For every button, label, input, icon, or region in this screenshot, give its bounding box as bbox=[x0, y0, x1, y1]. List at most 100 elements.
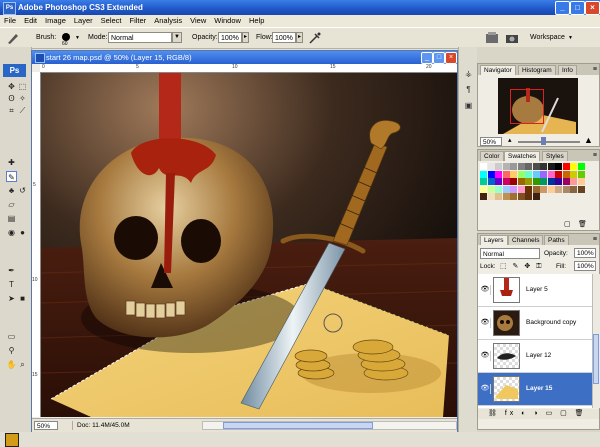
color-swatch[interactable] bbox=[495, 170, 502, 178]
crop-icon[interactable]: ⌗ bbox=[6, 105, 17, 116]
color-swatch[interactable] bbox=[525, 193, 532, 200]
color-swatch[interactable] bbox=[540, 170, 547, 178]
trash-icon[interactable]: 🗑 bbox=[578, 220, 587, 228]
tab-histogram[interactable]: Histogram bbox=[518, 65, 556, 75]
doc-close-button[interactable]: × bbox=[445, 52, 457, 64]
color-swatch[interactable] bbox=[517, 178, 525, 185]
info-dock-icon[interactable]: ¶ bbox=[462, 83, 475, 96]
type-icon[interactable]: T bbox=[6, 279, 17, 290]
menu-select[interactable]: Select bbox=[97, 15, 126, 27]
menu-filter[interactable]: Filter bbox=[126, 15, 151, 27]
tab-layers[interactable]: Layers bbox=[480, 235, 508, 245]
color-swatch[interactable] bbox=[562, 185, 570, 193]
color-swatch[interactable] bbox=[577, 178, 585, 185]
opacity-slider-icon[interactable]: ▸ bbox=[242, 32, 249, 43]
slice-icon[interactable]: ⟋ bbox=[17, 105, 28, 116]
color-swatch[interactable] bbox=[532, 170, 540, 178]
color-swatch[interactable] bbox=[502, 193, 510, 200]
color-swatch[interactable] bbox=[525, 163, 532, 170]
color-swatch[interactable] bbox=[517, 193, 525, 200]
color-swatch[interactable] bbox=[487, 163, 495, 170]
color-swatch[interactable] bbox=[555, 178, 562, 185]
menu-file[interactable]: File bbox=[0, 15, 20, 27]
color-swatch[interactable] bbox=[547, 185, 555, 193]
image-canvas[interactable] bbox=[41, 73, 457, 417]
foreground-color-swatch[interactable] bbox=[5, 433, 19, 447]
color-swatch[interactable] bbox=[487, 193, 495, 200]
color-swatch[interactable] bbox=[517, 163, 525, 170]
navigator-zoom-field[interactable]: 50% bbox=[480, 137, 502, 146]
panel-menu-icon[interactable]: ≡ bbox=[593, 152, 597, 159]
color-swatch[interactable] bbox=[510, 185, 517, 193]
navigator-dock-icon[interactable]: ⚶ bbox=[462, 67, 475, 80]
color-swatch[interactable] bbox=[502, 170, 510, 178]
chevron-down-icon[interactable]: ▼ bbox=[75, 34, 80, 42]
color-swatch[interactable] bbox=[502, 178, 510, 185]
navigator-zoom-slider[interactable] bbox=[518, 141, 580, 143]
magic-wand-icon[interactable]: ✧ bbox=[17, 93, 28, 104]
path-select-icon[interactable]: ➤ bbox=[6, 293, 17, 304]
menu-edit[interactable]: Edit bbox=[20, 15, 41, 27]
color-swatch[interactable] bbox=[480, 178, 487, 185]
menu-help[interactable]: Help bbox=[245, 15, 268, 27]
brush-icon[interactable]: ✎ bbox=[6, 171, 17, 182]
color-swatch[interactable] bbox=[562, 178, 570, 185]
tab-navigator[interactable]: Navigator bbox=[480, 65, 516, 75]
menu-view[interactable]: View bbox=[186, 15, 210, 27]
file-browser-icon[interactable] bbox=[485, 31, 499, 45]
brush-tool-preset-icon[interactable] bbox=[6, 31, 20, 45]
color-swatch[interactable] bbox=[555, 163, 562, 170]
mode-dropdown-chevron-icon[interactable]: ▼ bbox=[172, 32, 182, 43]
fill-input[interactable]: 100% bbox=[574, 261, 596, 271]
layer-row-selected[interactable]: 👁 Layer 15 bbox=[478, 373, 592, 406]
color-swatch[interactable] bbox=[555, 185, 562, 193]
color-swatch[interactable] bbox=[532, 185, 540, 193]
horizontal-scrollbar[interactable] bbox=[202, 421, 457, 430]
zoom-in-icon[interactable]: ▲ bbox=[584, 135, 593, 145]
workspace-menu[interactable]: Workspace bbox=[530, 34, 565, 42]
color-swatch[interactable] bbox=[480, 193, 487, 200]
airbrush-icon[interactable] bbox=[308, 31, 322, 45]
minimize-button[interactable]: _ bbox=[555, 1, 570, 15]
healing-icon[interactable]: ✚ bbox=[6, 157, 17, 168]
hand-icon[interactable]: ✋ bbox=[6, 359, 17, 370]
maximize-button[interactable]: □ bbox=[570, 1, 585, 15]
color-swatch[interactable] bbox=[555, 170, 562, 178]
color-swatch[interactable] bbox=[480, 163, 487, 170]
tab-swatches[interactable]: Swatches bbox=[504, 151, 541, 161]
layer-row[interactable]: 👁 Layer 5 bbox=[478, 274, 592, 307]
color-swatch[interactable] bbox=[502, 163, 510, 170]
layer-opacity-input[interactable]: 100% bbox=[574, 248, 596, 258]
visibility-eye-icon[interactable]: 👁 bbox=[480, 285, 491, 295]
color-swatch[interactable] bbox=[547, 170, 555, 178]
new-swatch-icon[interactable]: ▢ bbox=[564, 220, 571, 228]
layers-scrollbar[interactable] bbox=[592, 274, 600, 408]
navigator-zoom-knob[interactable] bbox=[541, 137, 546, 145]
close-button[interactable]: × bbox=[585, 1, 600, 15]
color-swatch[interactable] bbox=[495, 163, 502, 170]
menu-window[interactable]: Window bbox=[210, 15, 245, 27]
horizontal-scroll-thumb[interactable] bbox=[223, 422, 373, 429]
color-swatch[interactable] bbox=[510, 193, 517, 200]
doc-minimize-button[interactable]: _ bbox=[421, 52, 433, 64]
tab-channels[interactable]: Channels bbox=[508, 235, 544, 245]
menu-image[interactable]: Image bbox=[41, 15, 70, 27]
zoom-out-icon[interactable]: ▴ bbox=[508, 136, 512, 144]
color-swatch[interactable] bbox=[495, 193, 502, 200]
color-swatch[interactable] bbox=[495, 185, 502, 193]
color-swatch[interactable] bbox=[517, 170, 525, 178]
clone-stamp-icon[interactable]: ♣ bbox=[6, 185, 17, 196]
color-swatch[interactable] bbox=[502, 185, 510, 193]
workspace-chevron-down-icon[interactable]: ▼ bbox=[568, 34, 573, 42]
lasso-icon[interactable]: ʘ bbox=[6, 93, 17, 104]
tab-styles[interactable]: Styles bbox=[542, 151, 568, 161]
document-titlebar[interactable]: start 26 map.psd @ 50% (Layer 15, RGB/8)… bbox=[32, 51, 457, 64]
color-swatch[interactable] bbox=[487, 185, 495, 193]
panel-menu-icon[interactable]: ≡ bbox=[593, 66, 597, 73]
color-swatch[interactable] bbox=[577, 185, 585, 193]
navigator-view-box[interactable] bbox=[510, 89, 544, 124]
color-swatch[interactable] bbox=[540, 185, 547, 193]
visibility-eye-icon[interactable]: 👁 bbox=[480, 318, 491, 328]
document-zoom-field[interactable]: 50% bbox=[34, 421, 58, 430]
tab-paths[interactable]: Paths bbox=[544, 235, 569, 245]
